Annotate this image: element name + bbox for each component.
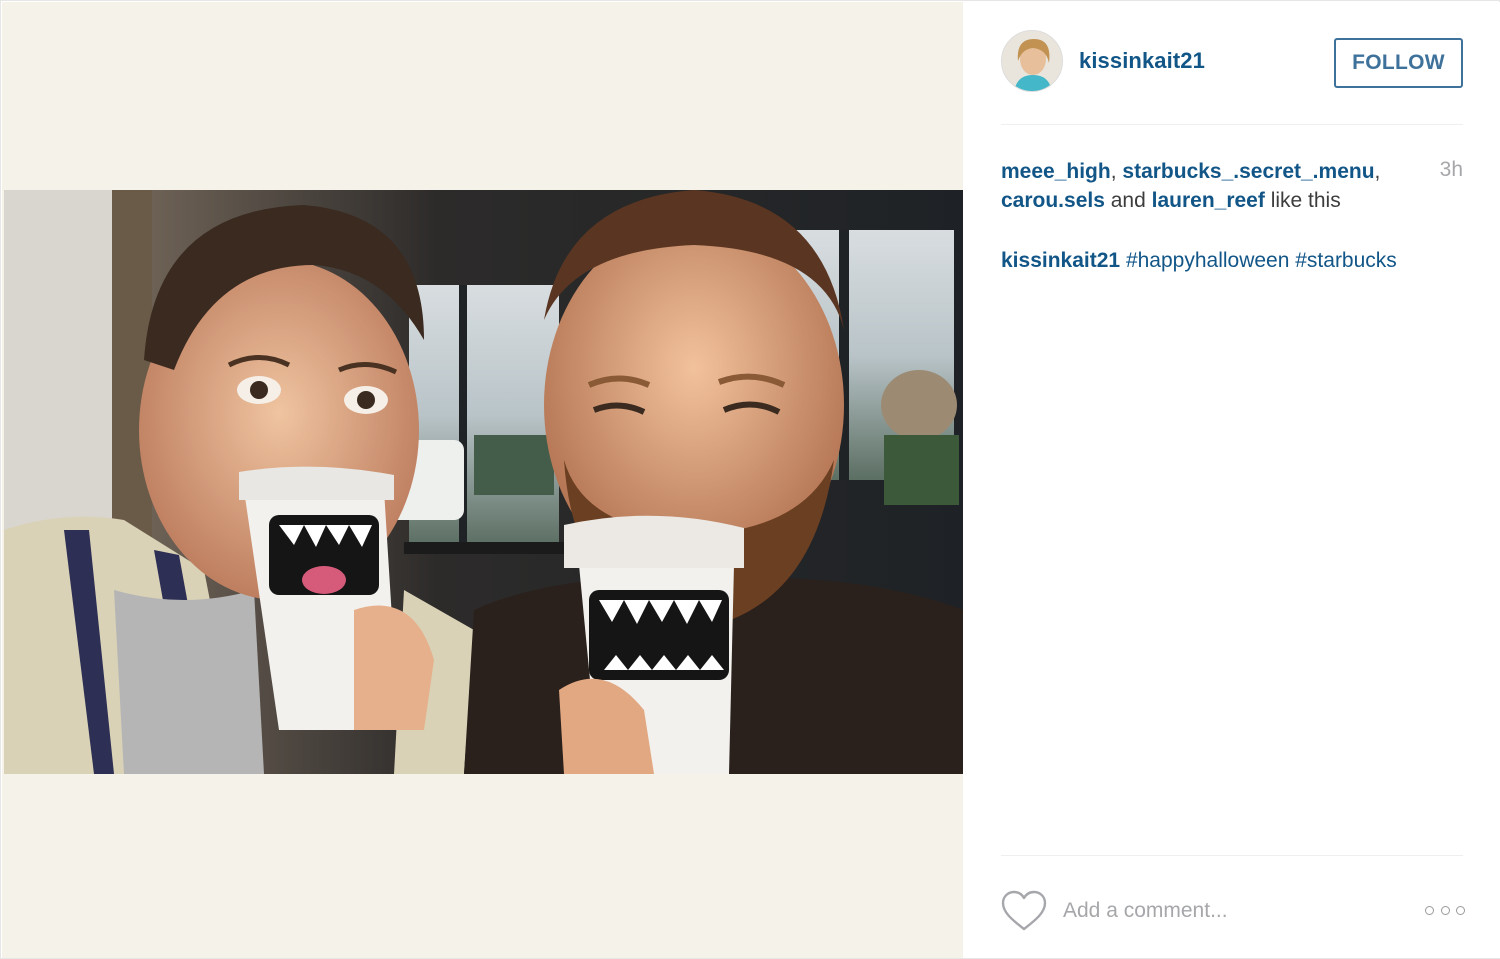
likes-separator: , [1374, 160, 1381, 183]
liker-link[interactable]: starbucks_.secret_.menu [1122, 160, 1374, 183]
post-timestamp[interactable]: 3h [1435, 158, 1463, 182]
photo-pane [2, 2, 964, 958]
avatar[interactable] [1001, 30, 1063, 92]
post-header: kissinkait21 FOLLOW [1001, 30, 1463, 96]
likes-suffix: like this [1264, 189, 1341, 212]
likes-and: and [1104, 189, 1152, 212]
hashtag-link[interactable]: #happyhalloween [1126, 249, 1289, 272]
liker-link[interactable]: meee_high [1001, 160, 1111, 183]
follow-button[interactable]: FOLLOW [1334, 38, 1463, 88]
comment-bar [1001, 886, 1465, 934]
likes-summary: meee_high, starbucks_.secret_.menu, caro… [1001, 157, 1421, 215]
divider [1001, 124, 1463, 125]
post-photo[interactable] [4, 190, 964, 774]
three-dots-icon[interactable] [1425, 900, 1465, 920]
dot [1456, 905, 1465, 915]
likes-separator: , [1110, 160, 1123, 183]
dot [1440, 905, 1450, 915]
dot [1425, 905, 1434, 915]
liker-link[interactable]: carou.sels [1001, 189, 1105, 212]
comment-input[interactable] [1063, 896, 1383, 926]
post-caption: kissinkait21 #happyhalloween #starbucks [1001, 246, 1463, 275]
post-sidebar: kissinkait21 FOLLOW meee_high, starbucks… [963, 2, 1500, 958]
liker-link[interactable]: lauren_reef [1152, 189, 1265, 212]
divider [1001, 855, 1463, 856]
hashtag-link[interactable]: #starbucks [1295, 249, 1397, 272]
username-link[interactable]: kissinkait21 [1079, 48, 1205, 74]
photo-illustration [4, 190, 964, 774]
avatar-image [1002, 31, 1062, 91]
instagram-post-embed: kissinkait21 FOLLOW meee_high, starbucks… [0, 0, 1500, 959]
caption-author-link[interactable]: kissinkait21 [1001, 249, 1120, 272]
heart-outline-icon[interactable] [1001, 890, 1047, 932]
